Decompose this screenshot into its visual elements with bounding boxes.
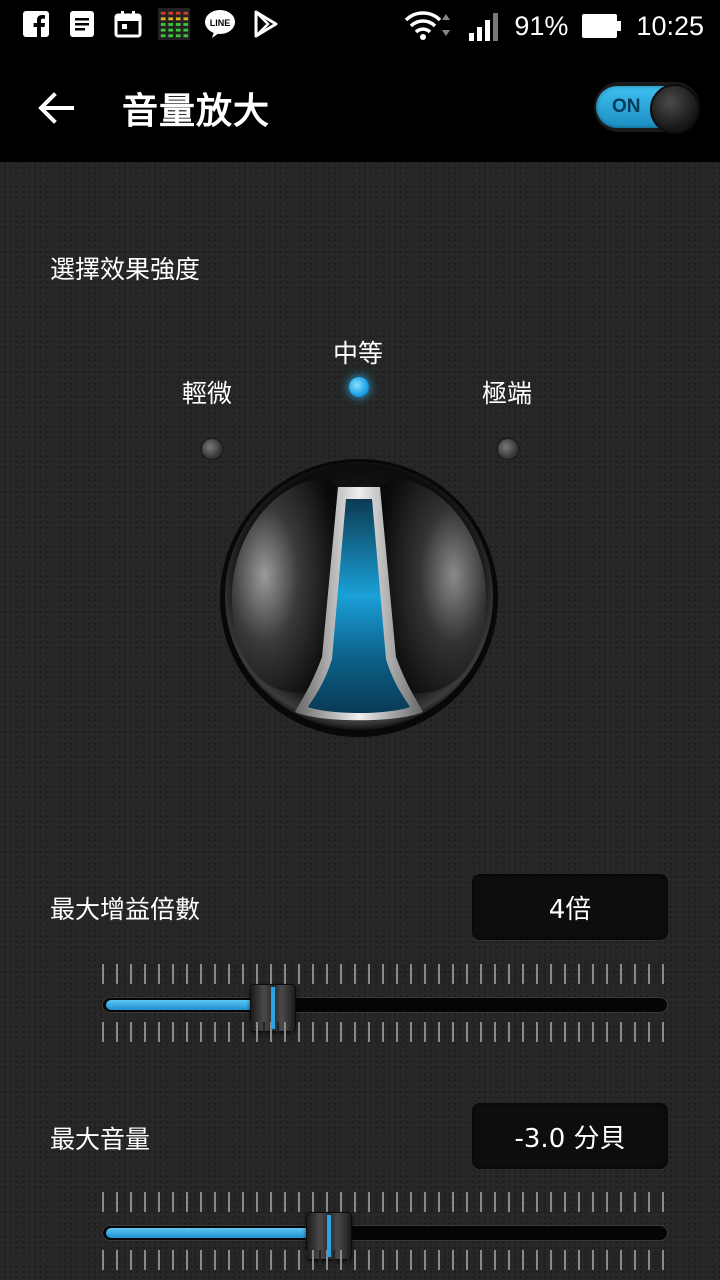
medium-indicator-led	[349, 377, 369, 397]
document-icon	[66, 8, 98, 40]
max-gain-slider[interactable]	[100, 964, 670, 1044]
status-bar: LINE 91% 10:25	[0, 0, 720, 52]
slider-track	[102, 997, 668, 1013]
slider-track	[102, 1225, 668, 1241]
toggle-label: ON	[612, 96, 641, 117]
max-volume-slider[interactable]	[100, 1192, 670, 1272]
intensity-option-medium[interactable]: 中等	[333, 334, 383, 370]
max-gain-value: 4倍	[472, 874, 668, 940]
light-indicator-led	[202, 439, 222, 459]
extreme-indicator-led	[498, 439, 518, 459]
slider-ticks-bottom	[102, 1250, 668, 1270]
line-icon: LINE	[204, 8, 236, 40]
svg-text:LINE: LINE	[210, 18, 231, 28]
calendar-icon	[112, 8, 144, 40]
equalizer-icon	[158, 8, 190, 40]
volume-boost-toggle[interactable]: ON	[594, 82, 700, 134]
battery-icon	[582, 10, 622, 42]
slider-ticks-bottom	[102, 1022, 668, 1042]
intensity-option-extreme[interactable]: 極端	[482, 374, 532, 410]
app-bar: 音量放大 ON	[0, 52, 720, 162]
wifi-icon	[404, 10, 454, 42]
facebook-icon	[20, 8, 52, 40]
max-volume-value: -3.0 分貝	[472, 1103, 668, 1169]
play-store-icon	[250, 8, 282, 40]
max-gain-label: 最大增益倍數	[50, 895, 201, 924]
slider-ticks-top	[102, 964, 668, 984]
page-title: 音量放大	[122, 91, 271, 132]
battery-percent: 91%	[514, 10, 569, 41]
arrow-left-icon	[38, 92, 74, 124]
slider-ticks-top	[102, 1192, 668, 1212]
intensity-knob[interactable]	[218, 457, 500, 739]
intensity-option-light[interactable]: 輕微	[182, 374, 232, 410]
intensity-label: 選擇效果強度	[50, 255, 201, 284]
slider-fill	[106, 1228, 315, 1238]
slider-fill	[106, 1000, 258, 1010]
back-button[interactable]	[30, 82, 82, 134]
clock: 10:25	[636, 10, 704, 41]
toggle-knob	[650, 84, 700, 134]
max-volume-label: 最大音量	[50, 1125, 151, 1154]
signal-icon	[468, 10, 500, 42]
main-panel: 選擇效果強度 中等 輕微 極端 最大增益倍數 4倍 最大音量 -3.0 分貝	[0, 162, 720, 1280]
